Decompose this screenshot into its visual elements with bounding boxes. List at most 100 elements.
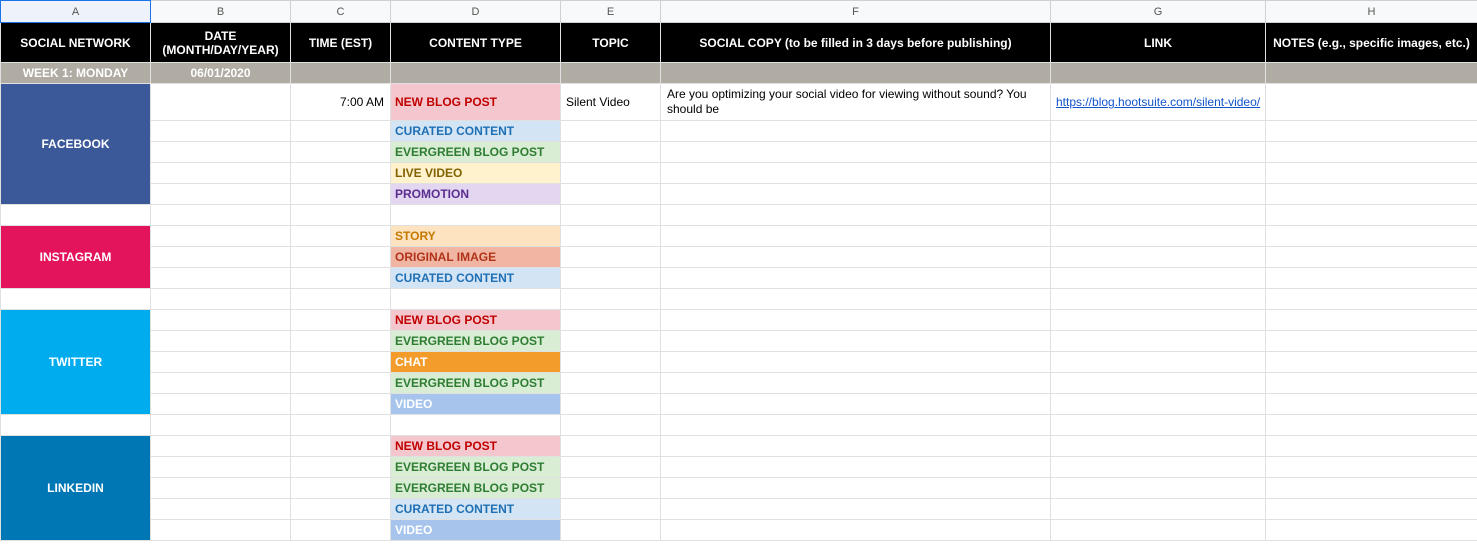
header-social-network[interactable]: SOCIAL NETWORK bbox=[1, 23, 151, 63]
network-linkedin[interactable]: LINKEDIN bbox=[1, 436, 151, 541]
cell[interactable] bbox=[391, 63, 561, 84]
cell[interactable] bbox=[561, 247, 661, 268]
cell[interactable] bbox=[561, 163, 661, 184]
content-type-new-blog-post[interactable]: NEW BLOG POST bbox=[391, 310, 561, 331]
cell[interactable] bbox=[291, 310, 391, 331]
cell[interactable] bbox=[1266, 163, 1477, 184]
cell[interactable] bbox=[291, 499, 391, 520]
content-type-curated-content[interactable]: CURATED CONTENT bbox=[391, 121, 561, 142]
cell[interactable] bbox=[291, 352, 391, 373]
cell[interactable] bbox=[391, 415, 561, 436]
cell[interactable] bbox=[1266, 63, 1477, 84]
cell[interactable] bbox=[561, 436, 661, 457]
cell[interactable] bbox=[1266, 394, 1477, 415]
cell[interactable] bbox=[1266, 268, 1477, 289]
cell[interactable] bbox=[1266, 121, 1477, 142]
cell[interactable] bbox=[561, 310, 661, 331]
topic-cell[interactable]: Silent Video bbox=[561, 84, 661, 121]
cell[interactable] bbox=[661, 478, 1051, 499]
cell[interactable] bbox=[561, 478, 661, 499]
cell[interactable] bbox=[661, 457, 1051, 478]
header-social-copy[interactable]: SOCIAL COPY (to be filled in 3 days befo… bbox=[661, 23, 1051, 63]
cell[interactable] bbox=[561, 499, 661, 520]
cell[interactable] bbox=[1051, 63, 1266, 84]
cell[interactable] bbox=[561, 520, 661, 541]
network-instagram[interactable]: INSTAGRAM bbox=[1, 226, 151, 289]
content-type-original-image[interactable]: ORIGINAL IMAGE bbox=[391, 247, 561, 268]
cell[interactable] bbox=[291, 373, 391, 394]
header-content-type[interactable]: CONTENT TYPE bbox=[391, 23, 561, 63]
cell[interactable] bbox=[151, 121, 291, 142]
content-type-evergreen-blog-post[interactable]: EVERGREEN BLOG POST bbox=[391, 457, 561, 478]
cell[interactable] bbox=[291, 394, 391, 415]
social-copy-cell[interactable]: Are you optimizing your social video for… bbox=[661, 84, 1051, 121]
content-type-story[interactable]: STORY bbox=[391, 226, 561, 247]
cell[interactable] bbox=[291, 415, 391, 436]
cell[interactable] bbox=[1266, 184, 1477, 205]
cell[interactable] bbox=[1266, 310, 1477, 331]
cell[interactable] bbox=[1051, 163, 1266, 184]
cell[interactable] bbox=[561, 457, 661, 478]
cell[interactable] bbox=[1266, 352, 1477, 373]
cell[interactable] bbox=[1266, 373, 1477, 394]
week-label[interactable]: WEEK 1: MONDAY bbox=[1, 63, 151, 84]
cell[interactable] bbox=[291, 436, 391, 457]
cell[interactable] bbox=[291, 268, 391, 289]
cell[interactable] bbox=[1051, 436, 1266, 457]
cell[interactable] bbox=[1266, 415, 1477, 436]
cell[interactable] bbox=[1051, 478, 1266, 499]
cell[interactable] bbox=[561, 63, 661, 84]
cell[interactable] bbox=[151, 226, 291, 247]
cell[interactable] bbox=[151, 163, 291, 184]
cell[interactable] bbox=[1266, 84, 1477, 121]
cell[interactable] bbox=[1266, 457, 1477, 478]
cell[interactable] bbox=[1, 415, 151, 436]
cell[interactable] bbox=[661, 394, 1051, 415]
cell[interactable] bbox=[1266, 478, 1477, 499]
cell[interactable] bbox=[151, 289, 291, 310]
cell[interactable] bbox=[661, 142, 1051, 163]
cell[interactable] bbox=[661, 268, 1051, 289]
cell[interactable] bbox=[1051, 289, 1266, 310]
cell[interactable] bbox=[661, 184, 1051, 205]
week-date[interactable]: 06/01/2020 bbox=[151, 63, 291, 84]
cell[interactable] bbox=[1266, 331, 1477, 352]
cell[interactable] bbox=[291, 289, 391, 310]
cell[interactable] bbox=[1051, 415, 1266, 436]
content-type-video[interactable]: VIDEO bbox=[391, 394, 561, 415]
cell[interactable] bbox=[661, 247, 1051, 268]
cell[interactable] bbox=[291, 121, 391, 142]
time-cell[interactable]: 7:00 AM bbox=[291, 84, 391, 121]
cell[interactable] bbox=[661, 63, 1051, 84]
content-type-new-blog-post[interactable]: NEW BLOG POST bbox=[391, 84, 561, 121]
cell[interactable] bbox=[1051, 268, 1266, 289]
cell[interactable] bbox=[1051, 331, 1266, 352]
content-type-evergreen-blog-post[interactable]: EVERGREEN BLOG POST bbox=[391, 373, 561, 394]
cell[interactable] bbox=[151, 394, 291, 415]
content-type-evergreen-blog-post[interactable]: EVERGREEN BLOG POST bbox=[391, 142, 561, 163]
cell[interactable] bbox=[661, 499, 1051, 520]
cell[interactable] bbox=[1051, 247, 1266, 268]
cell[interactable] bbox=[661, 436, 1051, 457]
cell[interactable] bbox=[391, 289, 561, 310]
col-header-E[interactable]: E bbox=[561, 1, 661, 23]
content-type-new-blog-post[interactable]: NEW BLOG POST bbox=[391, 436, 561, 457]
cell[interactable] bbox=[151, 84, 291, 121]
cell[interactable] bbox=[291, 520, 391, 541]
cell[interactable] bbox=[1051, 205, 1266, 226]
cell[interactable] bbox=[1051, 352, 1266, 373]
content-type-curated-content[interactable]: CURATED CONTENT bbox=[391, 499, 561, 520]
cell[interactable] bbox=[291, 457, 391, 478]
header-time[interactable]: TIME (EST) bbox=[291, 23, 391, 63]
cell[interactable] bbox=[1051, 394, 1266, 415]
cell[interactable] bbox=[291, 247, 391, 268]
cell[interactable] bbox=[1266, 205, 1477, 226]
cell[interactable] bbox=[151, 247, 291, 268]
network-twitter[interactable]: TWITTER bbox=[1, 310, 151, 415]
col-header-H[interactable]: H bbox=[1266, 1, 1477, 23]
cell[interactable] bbox=[151, 415, 291, 436]
col-header-A[interactable]: A bbox=[1, 1, 151, 23]
cell[interactable] bbox=[1266, 436, 1477, 457]
cell[interactable] bbox=[151, 436, 291, 457]
cell[interactable] bbox=[561, 331, 661, 352]
